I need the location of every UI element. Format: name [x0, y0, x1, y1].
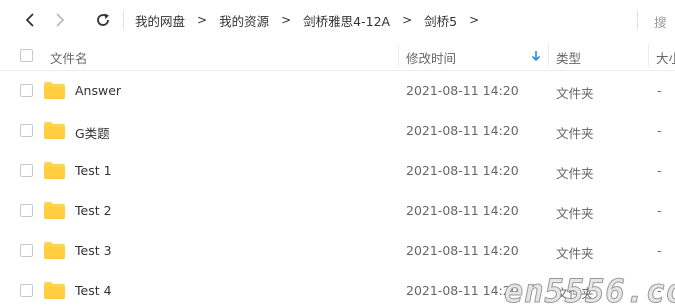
- row-checkbox[interactable]: [20, 204, 33, 217]
- folder-icon: [44, 202, 65, 219]
- row-checkbox[interactable]: [20, 284, 33, 297]
- table-row[interactable]: G类题 2021-08-11 14:20 文件夹 -: [0, 111, 675, 151]
- breadcrumb: 我的网盘 > 我的资源 > 剑桥雅思4-12A > 剑桥5 >: [135, 0, 491, 40]
- file-name[interactable]: Test 1: [75, 163, 112, 178]
- file-modified-time: 2021-08-11 14:20: [406, 123, 519, 138]
- toolbar-divider: [123, 10, 124, 30]
- table-row[interactable]: Test 1 2021-08-11 14:20 文件夹 -: [0, 151, 675, 191]
- refresh-button[interactable]: [93, 10, 113, 30]
- file-type: 文件夹: [556, 86, 594, 101]
- chevron-right-icon: [56, 13, 65, 27]
- select-all-checkbox[interactable]: [20, 49, 33, 62]
- folder-icon: [44, 242, 65, 259]
- toolbar-divider: [637, 10, 638, 30]
- folder-icon: [44, 82, 65, 99]
- file-size: -: [657, 163, 662, 178]
- table-row[interactable]: Test 3 2021-08-11 14:20 文件夹 -: [0, 231, 675, 271]
- back-button[interactable]: [20, 10, 40, 30]
- file-modified-time: 2021-08-11 14:20: [406, 83, 519, 98]
- breadcrumb-separator: >: [469, 13, 480, 27]
- folder-icon: [44, 282, 65, 299]
- file-type: 文件夹: [556, 206, 594, 221]
- breadcrumb-separator: >: [281, 13, 292, 27]
- sort-descending-icon[interactable]: [531, 50, 541, 62]
- row-checkbox[interactable]: [20, 164, 33, 177]
- column-divider[interactable]: [548, 44, 549, 67]
- file-name[interactable]: Test 3: [75, 243, 112, 258]
- toolbar: 我的网盘 > 我的资源 > 剑桥雅思4-12A > 剑桥5 > 搜: [0, 0, 675, 40]
- file-modified-time: 2021-08-11 14:20: [406, 243, 519, 258]
- watermark: en5556.com: [504, 272, 675, 308]
- column-header-modified-time[interactable]: 修改时间: [406, 48, 456, 67]
- column-divider[interactable]: [398, 44, 399, 67]
- file-name[interactable]: Test 2: [75, 203, 112, 218]
- breadcrumb-item-cambridge-ielts[interactable]: 剑桥雅思4-12A: [303, 11, 390, 30]
- forward-button[interactable]: [50, 10, 70, 30]
- breadcrumb-item-current[interactable]: 剑桥5: [424, 11, 457, 30]
- file-size: -: [657, 123, 662, 138]
- folder-icon: [44, 122, 65, 139]
- file-type: 文件夹: [556, 166, 594, 181]
- file-list-header: 文件名 修改时间 类型 大小: [0, 40, 675, 71]
- row-checkbox[interactable]: [20, 244, 33, 257]
- column-header-type[interactable]: 类型: [556, 48, 581, 67]
- row-checkbox[interactable]: [20, 84, 33, 97]
- breadcrumb-item-my-drive[interactable]: 我的网盘: [135, 11, 185, 30]
- file-type: 文件夹: [556, 246, 594, 261]
- file-name[interactable]: Answer: [75, 83, 121, 98]
- folder-icon: [44, 162, 65, 179]
- file-type: 文件夹: [556, 126, 594, 141]
- row-checkbox[interactable]: [20, 124, 33, 137]
- file-name[interactable]: G类题: [75, 123, 110, 142]
- chevron-left-icon: [25, 13, 34, 27]
- file-modified-time: 2021-08-11 14:20: [406, 163, 519, 178]
- breadcrumb-separator: >: [402, 13, 413, 27]
- file-size: -: [657, 243, 662, 258]
- column-header-size[interactable]: 大小: [656, 48, 675, 67]
- file-modified-time: 2021-08-11 14:20: [406, 283, 519, 298]
- file-modified-time: 2021-08-11 14:20: [406, 203, 519, 218]
- file-name[interactable]: Test 4: [75, 283, 112, 298]
- column-header-name[interactable]: 文件名: [50, 48, 88, 67]
- breadcrumb-item-my-resources[interactable]: 我的资源: [219, 11, 269, 30]
- refresh-icon: [97, 13, 109, 26]
- file-size: -: [657, 203, 662, 218]
- table-row[interactable]: Test 2 2021-08-11 14:20 文件夹 -: [0, 191, 675, 231]
- search-input[interactable]: 搜: [654, 12, 667, 31]
- file-size: -: [657, 83, 662, 98]
- table-row[interactable]: Answer 2021-08-11 14:20 文件夹 -: [0, 71, 675, 111]
- breadcrumb-separator: >: [197, 13, 208, 27]
- column-divider[interactable]: [648, 44, 649, 67]
